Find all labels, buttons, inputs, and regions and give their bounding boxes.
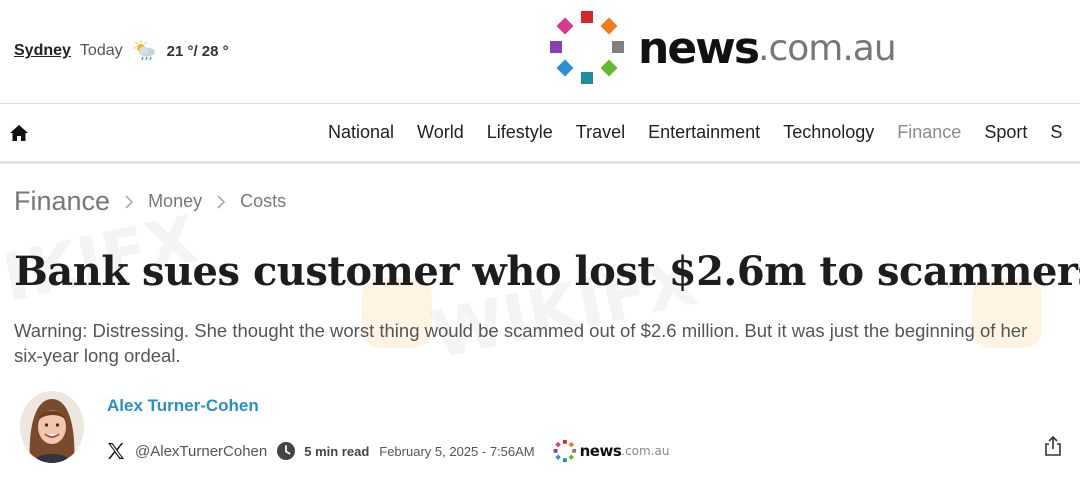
weather-temperature: 21 °/ 28 ° [166,42,229,60]
clock-icon [277,442,296,460]
sun-cloud-rain-icon [133,40,155,61]
article-standfirst: Warning: Distressing. She thought the wo… [14,320,1028,366]
share-icon[interactable] [1044,436,1062,456]
author-avatar[interactable] [20,391,84,463]
nav-item-world[interactable]: World [417,122,464,143]
top-bar: Sydney Today 21 °/ 28 ° news .com.au [0,0,1080,104]
nav-item-travel[interactable]: Travel [576,122,625,143]
publish-date: February 5, 2025 - 7:56AM [379,443,535,459]
weather-day: Today [79,42,123,59]
nav-item-entertainment[interactable]: Entertainment [648,122,760,143]
site-logo[interactable]: news .com.au [548,8,897,88]
nav-divider [0,161,1080,164]
article-meta: @AlexTurnerCohen 5 min read February 5, … [106,439,669,463]
source-logo[interactable]: news .com.au [553,439,670,463]
source-logo-brand: news [579,442,622,460]
nav-item-technology[interactable]: Technology [783,122,874,143]
logo-brand: news [638,22,760,74]
nav-items: National World Lifestyle Travel Entertai… [328,122,1080,143]
x-twitter-icon[interactable] [106,441,126,461]
author-portrait-icon [20,391,84,463]
chevron-right-icon [217,194,226,209]
nav-item-finance[interactable]: Finance [897,122,961,143]
nav-item-national[interactable]: National [328,122,394,143]
weather-widget[interactable]: Sydney Today 21 °/ 28 ° [14,40,229,62]
main-nav: National World Lifestyle Travel Entertai… [0,104,1080,162]
weather-city[interactable]: Sydney [14,42,71,60]
breadcrumb-costs[interactable]: Costs [240,191,286,212]
breadcrumb-money[interactable]: Money [148,191,202,212]
breadcrumb: Finance Money Costs [14,186,286,217]
nav-item-overflow[interactable]: S [1050,122,1062,143]
nav-item-sport[interactable]: Sport [984,122,1027,143]
breadcrumb-finance[interactable]: Finance [14,186,110,217]
logo-dots-icon [550,11,624,84]
chevron-right-icon [125,194,134,209]
source-logo-suffix: .com.au [621,444,670,458]
author-name[interactable]: Alex Turner-Cohen [107,396,259,416]
logo-suffix: .com.au [758,27,897,69]
author-handle[interactable]: @AlexTurnerCohen [135,443,267,460]
article-headline: Bank sues customer who lost $2.6m to sca… [14,248,1080,295]
nav-item-lifestyle[interactable]: Lifestyle [487,122,553,143]
home-icon[interactable] [9,123,29,143]
read-time: 5 min read [304,443,370,459]
logo-dots-icon [553,439,576,463]
